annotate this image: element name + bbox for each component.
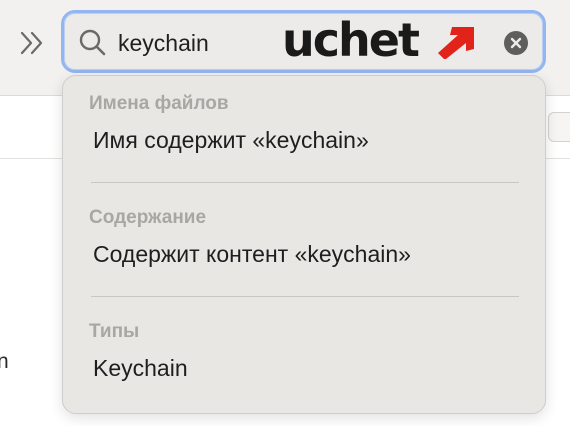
toolbar-control[interactable]	[548, 112, 570, 142]
arrow-up-right-icon	[438, 25, 476, 61]
search-input[interactable]	[118, 27, 268, 59]
magnifying-glass-icon	[78, 28, 108, 58]
section-divider	[91, 296, 519, 297]
search-field[interactable]: uchet	[61, 10, 546, 73]
background-text-fragment: n	[0, 350, 9, 373]
section-divider	[91, 182, 519, 183]
double-chevron-right-icon[interactable]	[18, 30, 48, 56]
section-header: Типы	[89, 321, 140, 342]
section-file-names: Имена файлов Имя содержит «keychain»	[63, 76, 545, 190]
clear-circle-x-icon	[510, 37, 522, 49]
section-types: Типы Keychain	[63, 304, 545, 418]
clear-search-button[interactable]	[504, 31, 528, 55]
watermark-text: uchet	[282, 13, 420, 67]
section-content: Содержание Содержит контент «keychain»	[63, 190, 545, 304]
suggestion-content-contains[interactable]: Содержит контент «keychain»	[93, 241, 411, 268]
suggestion-name-contains[interactable]: Имя содержит «keychain»	[93, 127, 369, 154]
uchet-watermark-logo: uchet	[282, 13, 478, 67]
suggestion-type-keychain[interactable]: Keychain	[93, 355, 188, 382]
section-header: Имена файлов	[89, 93, 229, 114]
section-header: Содержание	[89, 207, 207, 228]
search-suggestions-dropdown: Имена файлов Имя содержит «keychain» Сод…	[62, 75, 546, 414]
